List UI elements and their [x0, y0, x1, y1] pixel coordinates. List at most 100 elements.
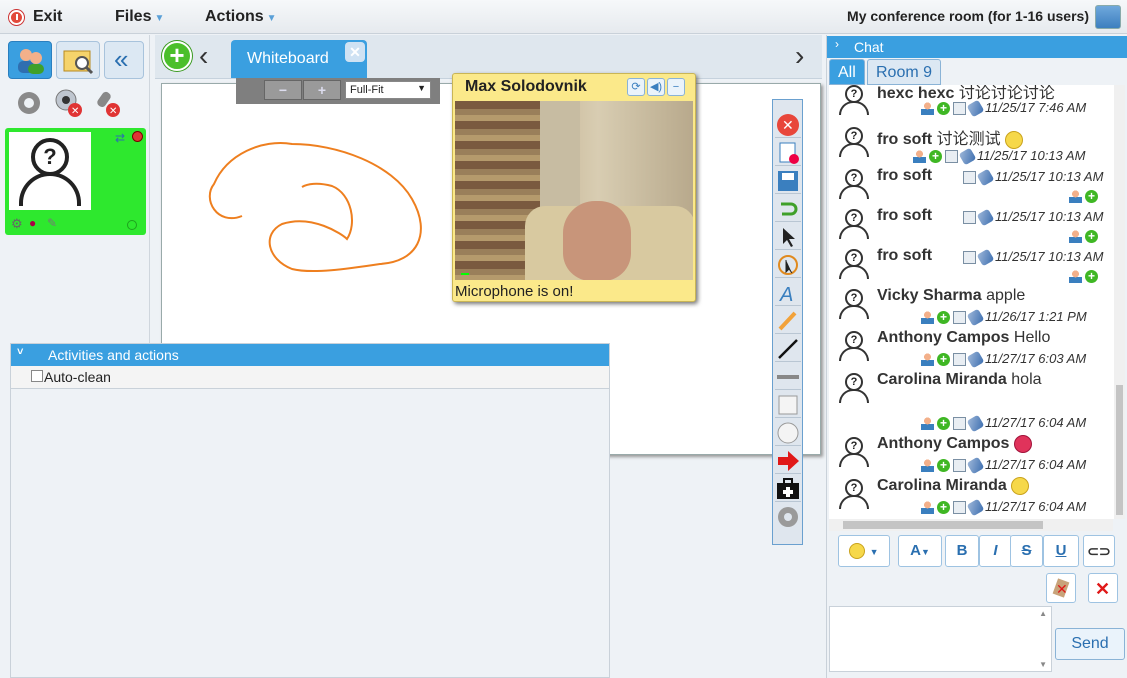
camera-icon[interactable] — [966, 350, 985, 369]
add-icon[interactable]: + — [937, 102, 950, 116]
delete-chat-button[interactable]: ✕ — [1088, 573, 1118, 603]
mail-icon[interactable] — [963, 211, 976, 225]
chevron-left-icon[interactable]: ‹ — [199, 40, 208, 72]
settings-icon[interactable] — [14, 88, 44, 118]
link-button[interactable]: ⊂⊃ — [1083, 535, 1115, 567]
refresh-icon[interactable]: ⇄ — [115, 131, 125, 145]
mail-icon[interactable] — [953, 353, 966, 367]
minimize-icon[interactable]: − — [667, 78, 685, 96]
user-icon[interactable] — [1069, 190, 1082, 204]
user-card[interactable]: ? ⇄ ⚙ ● ✎ — [5, 128, 146, 235]
camera-icon[interactable] — [976, 208, 995, 227]
add-icon[interactable]: + — [937, 501, 950, 515]
mail-icon[interactable] — [953, 501, 966, 515]
activities-header[interactable]: ˅ Activities and actions — [11, 344, 609, 366]
user-settings-icon[interactable]: ⚙ — [11, 216, 23, 232]
mail-icon[interactable] — [953, 311, 966, 325]
volume-icon[interactable]: ◀) — [647, 78, 665, 96]
user-icon[interactable] — [1069, 230, 1082, 244]
add-icon[interactable]: + — [929, 150, 942, 164]
camera-icon[interactable] — [966, 308, 985, 327]
files-tab[interactable] — [56, 41, 100, 79]
scroll-up-icon[interactable]: ▲ — [1039, 609, 1047, 618]
chat-header[interactable]: › Chat — [827, 36, 1127, 58]
camera-icon[interactable] — [966, 498, 985, 517]
exit-icon[interactable] — [9, 10, 24, 25]
font-color-button[interactable]: A▼ — [898, 535, 942, 567]
refresh-icon[interactable]: ⟳ — [627, 78, 645, 96]
add-icon[interactable]: + — [1085, 230, 1098, 244]
bold-button[interactable]: B — [945, 535, 979, 567]
collapse-button[interactable]: « — [104, 41, 144, 79]
underline-tool[interactable] — [775, 364, 801, 390]
line-tool[interactable] — [775, 336, 801, 362]
chat-message-input[interactable]: ▲ ▼ — [829, 606, 1052, 672]
mail-icon[interactable] — [945, 150, 958, 164]
add-icon[interactable]: + — [937, 311, 950, 325]
chevron-right-icon[interactable]: › — [795, 40, 804, 72]
toolbar-settings-button[interactable] — [775, 504, 801, 530]
zoom-select[interactable]: Full-Fit ▼ — [345, 81, 431, 99]
add-icon[interactable]: + — [1085, 190, 1098, 204]
camera-icon[interactable] — [958, 147, 977, 166]
user-icon[interactable] — [921, 501, 934, 515]
user-icon[interactable] — [1069, 270, 1082, 284]
user-icon[interactable] — [921, 311, 934, 325]
text-tool[interactable]: A — [775, 280, 801, 306]
actions-menu[interactable]: Actions ▼ — [205, 8, 277, 26]
add-icon[interactable]: + — [937, 459, 950, 473]
camera-icon[interactable] — [966, 456, 985, 475]
ellipse-tool[interactable] — [775, 420, 801, 446]
zoom-out-button[interactable]: − — [264, 80, 302, 100]
mail-icon[interactable] — [953, 417, 966, 431]
strikethrough-button[interactable]: S — [1010, 535, 1043, 567]
exit-menu[interactable]: Exit — [33, 8, 62, 26]
files-menu[interactable]: Files ▼ — [115, 8, 164, 26]
add-whiteboard-button[interactable]: + — [162, 41, 192, 71]
save-button[interactable] — [775, 168, 801, 194]
microphone-off-icon[interactable]: ✕ — [91, 88, 121, 118]
new-document-button[interactable] — [775, 140, 801, 166]
zoom-in-button[interactable]: + — [303, 80, 341, 100]
add-icon[interactable]: + — [937, 417, 950, 431]
italic-button[interactable]: I — [979, 535, 1012, 567]
mail-icon[interactable] — [953, 459, 966, 473]
underline-button[interactable]: U — [1043, 535, 1079, 567]
send-button[interactable]: Send — [1055, 628, 1125, 660]
mail-icon[interactable] — [963, 251, 976, 265]
close-icon[interactable]: ✕ — [345, 42, 365, 62]
chat-scrollbar-thumb[interactable] — [1116, 385, 1123, 515]
pencil-tool[interactable] — [775, 308, 801, 334]
add-icon[interactable]: + — [1085, 270, 1098, 284]
users-tab[interactable] — [8, 41, 52, 79]
user-mic-icon[interactable]: ✎ — [47, 216, 57, 230]
camera-icon[interactable] — [976, 168, 995, 187]
camera-icon[interactable] — [976, 248, 995, 267]
tab-all[interactable]: All — [829, 59, 865, 85]
camera-icon[interactable] — [966, 99, 985, 118]
mail-icon[interactable] — [963, 171, 976, 185]
user-icon[interactable] — [913, 150, 926, 164]
scroll-down-icon[interactable]: ▼ — [1039, 660, 1047, 669]
close-icon[interactable] — [132, 131, 143, 142]
close-whiteboard-button[interactable]: ✕ — [775, 112, 801, 138]
clipart-tool[interactable] — [775, 476, 801, 502]
camera-icon[interactable] — [966, 414, 985, 433]
pointer-tool[interactable] — [775, 224, 801, 250]
rectangle-tool[interactable] — [775, 392, 801, 418]
select-tool[interactable] — [775, 252, 801, 278]
add-icon[interactable]: + — [937, 353, 950, 367]
video-pod[interactable]: Max Solodovnik ⟳ ◀) − Microphone is on! — [452, 73, 696, 302]
emoji-picker-button[interactable]: ▼ — [838, 535, 890, 567]
user-icon[interactable] — [921, 353, 934, 367]
auto-clean-checkbox[interactable] — [31, 370, 43, 382]
chat-horizontal-scrollbar[interactable] — [829, 519, 1113, 531]
user-icon[interactable] — [921, 102, 934, 116]
screen-share-icon[interactable] — [1095, 5, 1121, 29]
user-icon[interactable] — [921, 417, 934, 431]
arrow-tool[interactable] — [775, 448, 801, 474]
chat-horizontal-scrollbar-thumb[interactable] — [843, 521, 1043, 529]
user-icon[interactable] — [921, 459, 934, 473]
mail-icon[interactable] — [953, 102, 966, 116]
clear-chat-button[interactable]: ✕ — [1046, 573, 1076, 603]
